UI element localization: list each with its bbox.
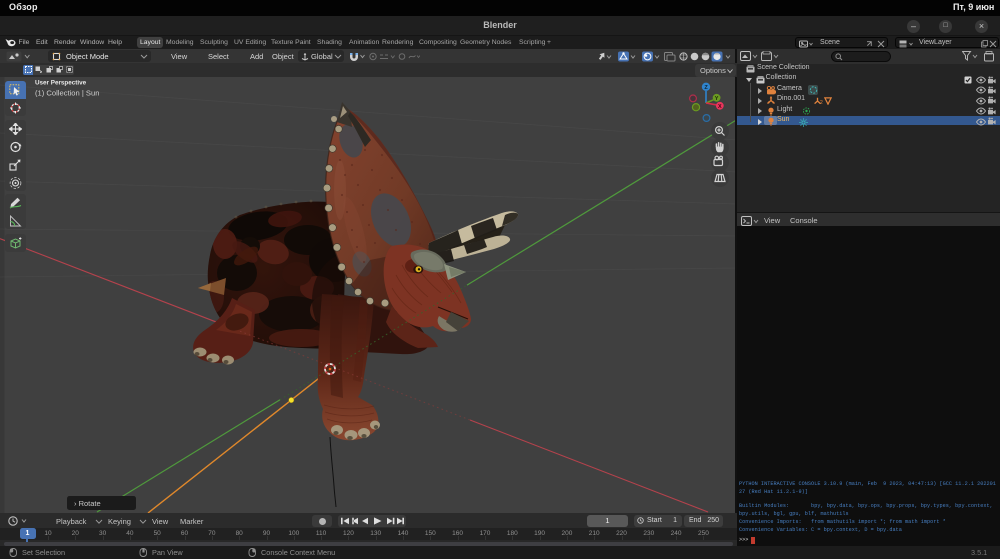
svg-text:User Perspective: User Perspective	[35, 80, 87, 87]
svg-text:› Rotate: › Rotate	[74, 499, 101, 508]
svg-text:X: X	[718, 104, 722, 110]
svg-text:(1) Collection | Sun: (1) Collection | Sun	[35, 89, 99, 98]
svg-text:Y: Y	[715, 96, 719, 102]
